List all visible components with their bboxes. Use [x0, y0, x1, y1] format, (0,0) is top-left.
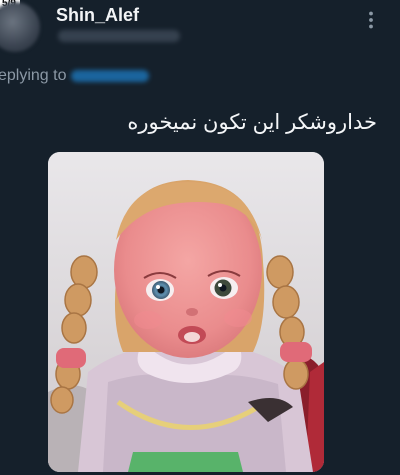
tweet-text: خداروشکر این تکون نمیخوره [127, 111, 377, 134]
author-display-name[interactable]: Shin_Alef [56, 5, 139, 26]
replying-to-handle-redacted[interactable] [70, 69, 149, 82]
avatar[interactable] [0, 2, 40, 52]
replying-to-row: eplying to [0, 67, 149, 85]
tweet-screen: 5/9 Shin_Alef eplying to خداروشکر این تک… [0, 0, 400, 475]
more-vertical-icon[interactable] [364, 10, 378, 30]
tweet-media[interactable] [48, 152, 324, 472]
author-handle-redacted [58, 30, 180, 42]
replying-to-label: eplying to [0, 67, 67, 84]
doll-photo [48, 152, 324, 472]
